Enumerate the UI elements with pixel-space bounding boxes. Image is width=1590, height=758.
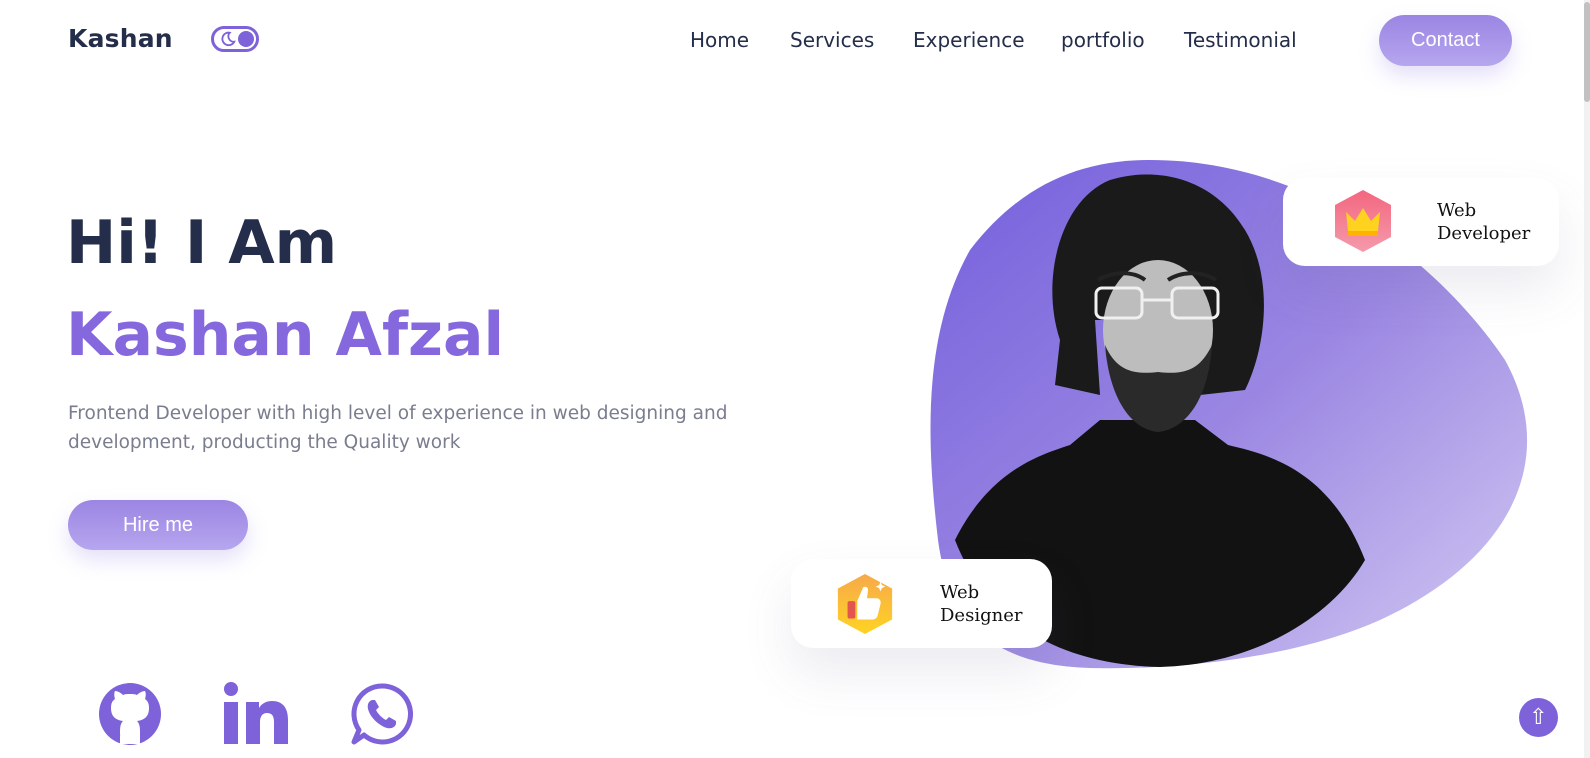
badge-line1: Web	[1437, 200, 1477, 221]
web-developer-card: Web Developer	[1283, 178, 1559, 266]
crown-icon	[1335, 190, 1391, 252]
page-scrollbar[interactable]	[1584, 0, 1590, 758]
scroll-to-top-button[interactable]: ⇧	[1519, 698, 1558, 737]
web-designer-card: Web Designer	[791, 559, 1052, 648]
badge-line2: Designer	[940, 605, 1023, 626]
scrollbar-thumb[interactable]	[1584, 2, 1590, 102]
badge-line2: Developer	[1437, 223, 1531, 244]
badge-line1: Web	[940, 582, 980, 603]
thumbs-up-icon	[837, 573, 893, 635]
hero-image	[930, 160, 1528, 669]
